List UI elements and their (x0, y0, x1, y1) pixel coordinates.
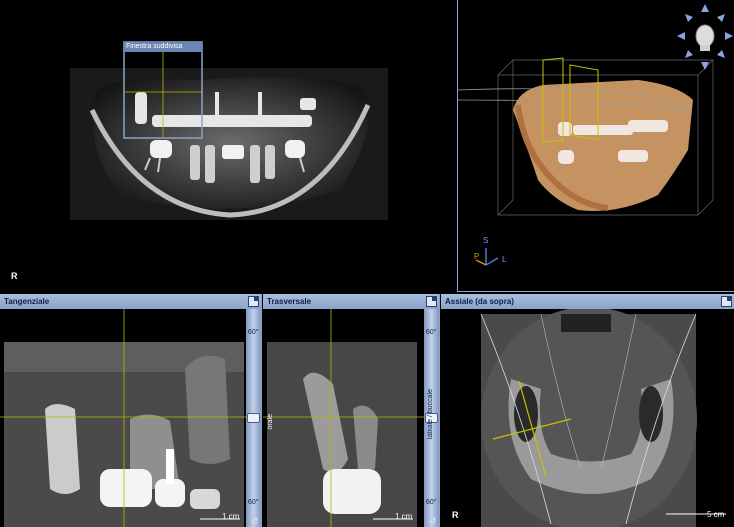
panel-title-text: Assiale (da sopra) (445, 297, 514, 306)
scale-label: 5 cm (707, 510, 725, 519)
axis-posterior-label: P (474, 252, 480, 261)
axis-superior-label: S (483, 236, 489, 245)
panel-title: Assiale (da sopra) (441, 294, 734, 309)
volume-3d-view[interactable]: S P L (457, 0, 734, 292)
panel-title-text: Tangenziale (4, 297, 50, 306)
scale-label: 1 cm (222, 512, 240, 521)
transversal-image (263, 309, 424, 527)
maximize-icon[interactable] (248, 296, 259, 307)
rotate-icon[interactable]: ↺ (429, 516, 437, 527)
transversal-view[interactable]: Trasversale orale 1 cm 60° labiale / buc… (263, 294, 440, 527)
panel-title: Trasversale (263, 294, 439, 309)
axial-view[interactable]: Assiale (da sopra) R 5 cm (441, 294, 734, 527)
axial-image (480, 309, 726, 527)
orientation-label: R (452, 510, 459, 520)
side-label-buccal: labiale / buccale (427, 389, 434, 440)
tangential-view[interactable]: Tangenziale 1 cm 60° 60° ↺ (0, 294, 262, 527)
slider-knob[interactable] (247, 413, 260, 423)
subwindow-title[interactable]: Finestra suddivisa (124, 42, 202, 52)
panel-title: Tangenziale (0, 294, 261, 309)
panoramic-image (70, 41, 388, 220)
rotate-icon[interactable]: ↺ (251, 516, 259, 527)
panoramic-view[interactable]: Finestra suddivisa R (0, 0, 455, 292)
slider-tick-bottom: 60° (248, 499, 259, 506)
head-orientation-icon[interactable] (675, 2, 734, 72)
tangential-image (0, 309, 246, 527)
panel-title-text: Trasversale (267, 297, 312, 306)
axis-left-label: L (502, 255, 507, 264)
slider-tick-top: 60° (426, 329, 437, 336)
maximize-icon[interactable] (721, 296, 732, 307)
orientation-label: R (11, 271, 18, 281)
side-label-oral: orale (267, 414, 274, 430)
slider-tick-top: 60° (248, 329, 259, 336)
scale-label: 1 cm (395, 512, 413, 521)
maximize-icon[interactable] (426, 296, 437, 307)
angle-slider[interactable]: 60° 60° (246, 309, 261, 527)
slider-tick-bottom: 60° (426, 499, 437, 506)
angle-slider[interactable]: 60° labiale / buccale 60° (424, 309, 439, 527)
